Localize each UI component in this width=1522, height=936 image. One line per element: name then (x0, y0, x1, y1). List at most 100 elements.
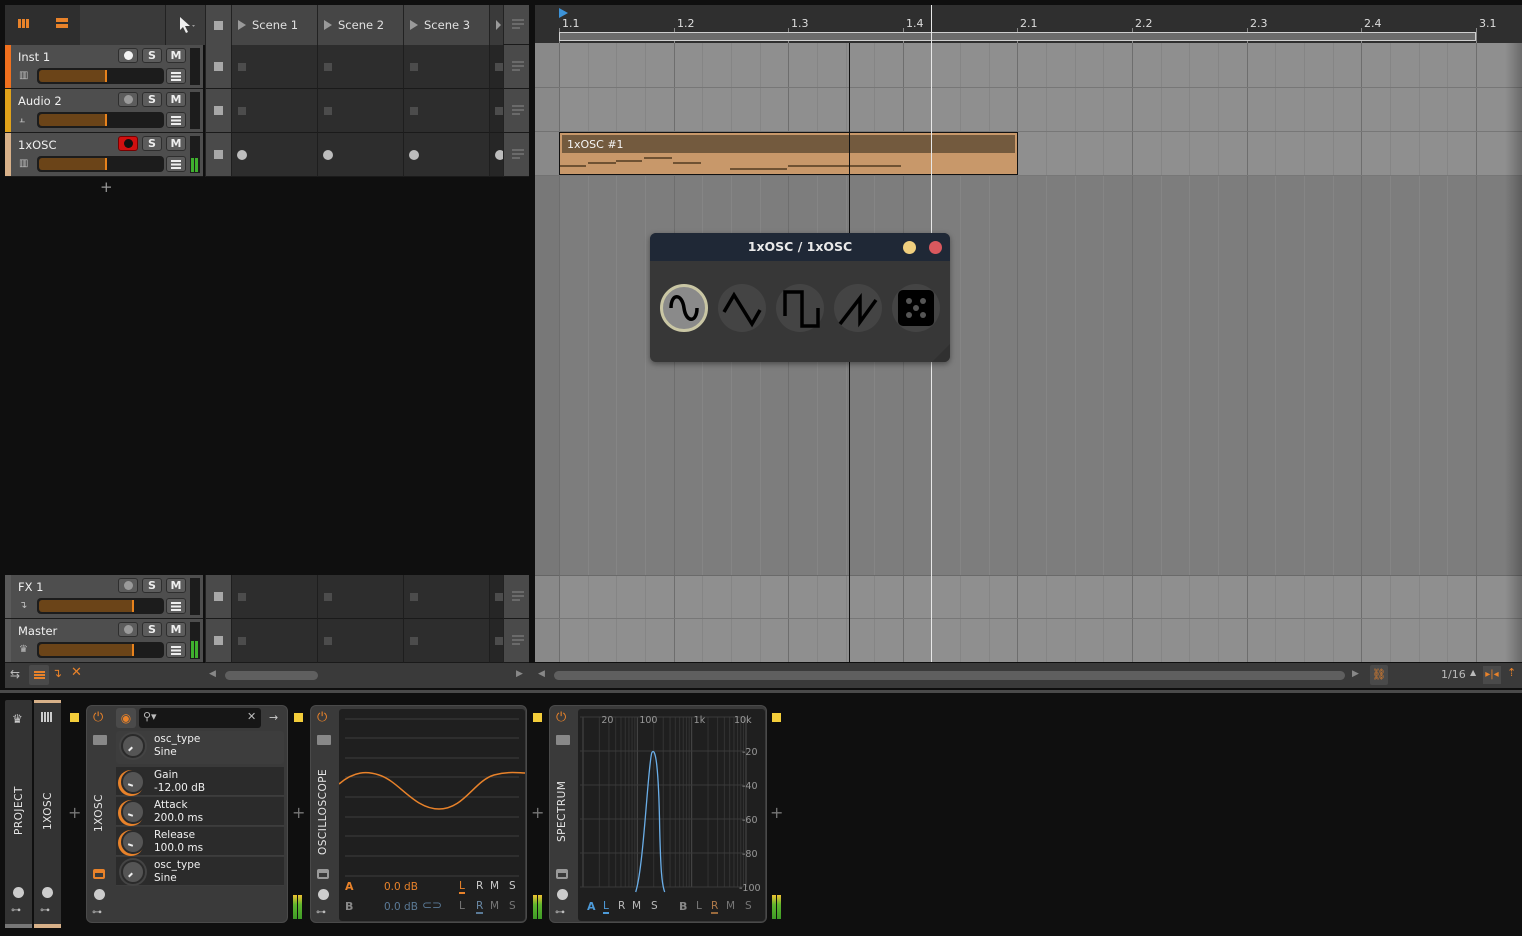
scroll-left-icon[interactable]: ◀ (209, 669, 216, 679)
channel-a-gain[interactable]: 0.0 dB (384, 881, 418, 893)
spectrum-a-r[interactable]: R (618, 900, 625, 912)
horizontal-scrollbar[interactable] (225, 671, 318, 680)
track-menu-button[interactable] (166, 598, 186, 614)
solo-button[interactable]: S (142, 578, 162, 593)
scene-1-header[interactable]: Scene 1 (231, 5, 317, 45)
add-device-button[interactable]: + (292, 803, 305, 822)
spectrum-display[interactable]: 20 100 1k 10k -20 -40 -60 -80 -100 A L R M S B L… (578, 709, 765, 921)
clip-slot[interactable] (317, 45, 403, 89)
arranger-scroll-right-icon[interactable]: ▶ (1352, 669, 1359, 679)
volume-fader[interactable] (37, 642, 164, 658)
add-track-button[interactable]: + (100, 178, 113, 196)
arranger-horizontal-scrollbar[interactable] (554, 671, 1345, 680)
channel-a-r[interactable]: R (476, 880, 483, 892)
mute-button[interactable]: M (166, 578, 186, 593)
spectrum-b-l[interactable]: L (696, 900, 702, 912)
channel-b-l[interactable]: L (459, 900, 465, 912)
parameter-knob[interactable] (121, 734, 145, 758)
wave-triangle-button[interactable] (718, 284, 766, 332)
mute-button[interactable]: M (166, 622, 186, 637)
window-icon[interactable] (556, 869, 568, 879)
scroll-right-icon[interactable]: ▶ (516, 669, 523, 679)
track-stop-button[interactable] (205, 89, 231, 133)
clip-slot[interactable] (231, 619, 317, 663)
spectrum-a-m[interactable]: M (632, 900, 641, 912)
track-header[interactable]: 1xOSC S M ▥ (5, 133, 203, 177)
follow-icon[interactable]: ⇡ (1507, 666, 1516, 679)
track-header[interactable]: Audio 2 S M ⫠ (5, 89, 203, 133)
resize-handle[interactable] (932, 344, 950, 362)
grid-up-icon[interactable]: ▲ (1470, 668, 1476, 677)
grid-view-icon[interactable] (18, 19, 30, 28)
wave-random-button[interactable] (892, 284, 940, 332)
track-header[interactable]: Master S M ♛ (5, 619, 203, 663)
track-menu-button[interactable] (166, 68, 186, 84)
track-list-button[interactable] (503, 89, 529, 133)
preset-search-input[interactable]: ⚲▾ ✕ (139, 708, 261, 728)
swap-icon[interactable]: ⇆ (10, 667, 20, 681)
spectrum-b-r[interactable]: R (711, 900, 719, 914)
track-list-button[interactable] (503, 619, 529, 663)
wave-sine-button[interactable] (660, 284, 708, 332)
track-name[interactable]: Master (18, 624, 57, 638)
preset-icon[interactable]: ◉ (116, 708, 136, 728)
clip-slot[interactable] (403, 133, 489, 177)
spectrum-b-s[interactable]: S (745, 900, 752, 912)
volume-fader[interactable] (37, 598, 164, 614)
clip-slot[interactable] (317, 133, 403, 177)
track-name[interactable]: Inst 1 (18, 50, 50, 64)
spectrum-a-l[interactable]: L (603, 900, 609, 914)
track-menu-button[interactable] (166, 112, 186, 128)
spectrum-a-s[interactable]: S (651, 900, 658, 912)
solo-button[interactable]: S (142, 622, 162, 637)
wave-saw-button[interactable] (834, 284, 882, 332)
clear-search-icon[interactable]: ✕ (247, 710, 256, 723)
return-arrow-icon[interactable]: ↴ (52, 666, 62, 680)
arrow-right-icon[interactable]: → (269, 711, 278, 724)
add-device-button[interactable]: + (531, 803, 544, 822)
spectrum-b-m[interactable]: M (726, 900, 735, 912)
clip-slot[interactable] (317, 89, 403, 133)
clip-slot[interactable] (403, 45, 489, 89)
solo-button[interactable]: S (142, 48, 162, 63)
record-arm-button[interactable] (118, 92, 138, 107)
channel-b-r[interactable]: R (476, 900, 484, 914)
volume-fader[interactable] (37, 156, 164, 172)
window-icon[interactable] (317, 869, 329, 879)
window-icon[interactable] (93, 869, 105, 879)
loop-region-bar[interactable] (559, 32, 1476, 41)
add-device-button[interactable]: + (68, 803, 81, 822)
volume-fader[interactable] (37, 68, 164, 84)
track-stop-button[interactable] (205, 133, 231, 177)
pointer-tool-button[interactable] (165, 5, 205, 45)
close-icon[interactable]: ✕ (71, 665, 82, 680)
clip-slot[interactable] (231, 575, 317, 619)
clip-slot[interactable] (489, 89, 503, 133)
mute-button[interactable]: M (166, 48, 186, 63)
record-arm-button[interactable] (118, 622, 138, 637)
channel-b-gain[interactable]: 0.0 dB (384, 901, 418, 913)
channel-b-s[interactable]: S (509, 900, 516, 912)
clip-slot[interactable] (231, 45, 317, 89)
track-header[interactable]: Inst 1 S M ▥ (5, 45, 203, 89)
track-list-button[interactable] (503, 575, 529, 619)
clip-slot[interactable] (489, 619, 503, 663)
clip-slot[interactable] (317, 575, 403, 619)
scene-3-header[interactable]: Scene 3 (403, 5, 489, 45)
parameter-knob[interactable] (121, 770, 145, 794)
clip-slot[interactable] (489, 45, 503, 89)
list-view-icon[interactable] (56, 18, 68, 29)
grid-value[interactable]: 1/16 (1441, 668, 1466, 681)
track-menu-button[interactable] (166, 156, 186, 172)
track-panel[interactable]: 1XOSC ⊶ (34, 700, 61, 926)
track-menu-button[interactable] (166, 642, 186, 658)
mute-button[interactable]: M (166, 136, 186, 151)
clip-slot[interactable] (489, 575, 503, 619)
power-icon[interactable]: ⏻ (317, 710, 327, 725)
wave-square-button[interactable] (776, 284, 824, 332)
link-icon[interactable]: ⛓ (1370, 665, 1388, 685)
device-parameter[interactable]: Gain -12.00 dB (116, 767, 284, 796)
minimize-button[interactable] (903, 241, 916, 254)
record-arm-button[interactable] (118, 48, 138, 63)
record-arm-button[interactable] (118, 578, 138, 593)
